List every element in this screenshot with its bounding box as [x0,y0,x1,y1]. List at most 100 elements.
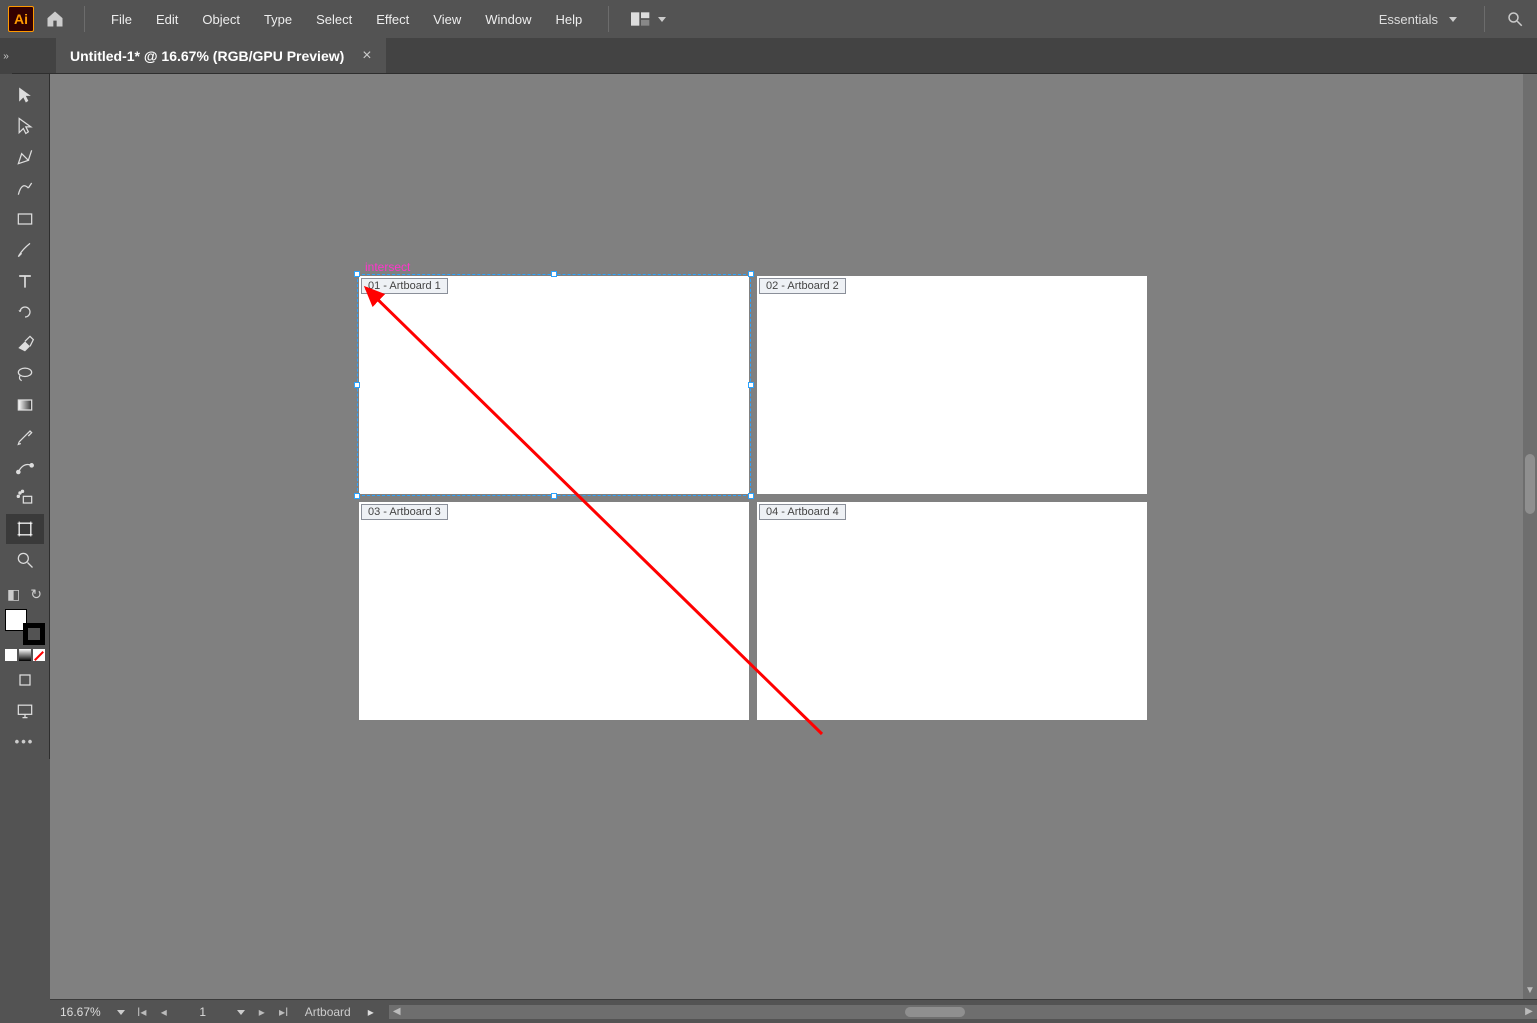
artboard-label: 03 - Artboard 3 [361,504,448,520]
eyedropper-tool[interactable] [6,421,44,451]
curvature-tool[interactable] [6,173,44,203]
collapse-dock-left[interactable]: » [0,38,12,74]
smart-guide-label: intersect [365,260,410,274]
close-icon[interactable]: × [362,47,371,65]
menu-select[interactable]: Select [304,6,364,33]
menu-file[interactable]: File [99,6,144,33]
type-icon [15,271,35,291]
artboard-resize-handle[interactable] [748,493,754,499]
zoom-tool[interactable] [6,545,44,575]
lasso-tool[interactable] [6,359,44,389]
collapse-dock-right[interactable] [1525,74,1537,110]
default-fill-stroke-icon[interactable]: ◧ [7,586,20,603]
chevron-down-icon [655,12,669,26]
workspace-label: Essentials [1379,12,1438,27]
symbol-sprayer-tool[interactable] [6,483,44,513]
artboard-resize-handle[interactable] [748,382,754,388]
home-icon [45,9,65,29]
eraser-tool[interactable] [6,328,44,358]
draw-normal-icon [15,670,35,690]
artboard-resize-handle[interactable] [354,271,360,277]
eyedropper-icon [15,426,35,446]
arrange-documents[interactable] [623,12,677,26]
chevron-down-icon [234,1005,248,1019]
menu-view[interactable]: View [421,6,473,33]
menu-type[interactable]: Type [252,6,304,33]
menu-window[interactable]: Window [473,6,543,33]
chevron-down-icon [1446,12,1460,26]
vertical-scrollbar[interactable]: ▲ ▼ [1523,74,1537,999]
next-artboard-button[interactable]: ▸ [251,1002,273,1022]
artboard[interactable]: 02 - Artboard 2 [757,276,1147,494]
separator [608,6,609,32]
app-logo-text: Ai [14,11,28,27]
vertical-scroll-thumb[interactable] [1525,454,1535,514]
scroll-right-icon[interactable]: ▶ [1523,1006,1535,1017]
artboard-number[interactable]: 1 [175,1005,231,1019]
screen-mode-icon [15,701,35,721]
selection-tool[interactable] [6,80,44,110]
rectangle-icon [15,209,35,229]
zoom-dropdown[interactable] [111,1005,131,1019]
status-mode-dropdown[interactable]: ▸ [361,1005,381,1019]
canvas-area[interactable]: 01 - Artboard 1intersect02 - Artboard 20… [50,74,1537,999]
first-artboard-button[interactable]: I◂ [131,1002,153,1022]
artboard-resize-handle[interactable] [748,271,754,277]
artboard-resize-handle[interactable] [551,271,557,277]
gradient-tool[interactable] [6,390,44,420]
color-mode-gradient[interactable] [19,649,31,661]
artboard-tool[interactable] [6,514,44,544]
menu-edit[interactable]: Edit [144,6,190,33]
color-mode-row [0,649,49,661]
artboard-resize-handle[interactable] [354,493,360,499]
paintbrush-tool[interactable] [6,235,44,265]
artboard[interactable]: 04 - Artboard 4 [757,502,1147,720]
horizontal-scrollbar[interactable]: ◀ ▶ [389,1005,1537,1019]
rotate-icon [15,302,35,322]
artboard-resize-handle[interactable] [551,493,557,499]
pen-tool[interactable] [6,142,44,172]
workspace-switcher[interactable]: Essentials [1371,12,1468,27]
swap-fill-stroke-icon[interactable]: ↻ [30,586,42,603]
curvature-icon [15,178,35,198]
brush-icon [15,240,35,260]
home-button[interactable] [40,4,70,34]
type-tool[interactable] [6,266,44,296]
status-bar: 16.67% I◂ ◂ 1 ▸ ▸I Artboard ▸ ◀ ▶ [50,999,1537,1023]
zoom-level[interactable]: 16.67% [50,1005,111,1019]
fill-stroke-control[interactable] [5,609,45,645]
stroke-swatch[interactable] [23,623,45,645]
color-mode-solid[interactable] [5,649,17,661]
direct-selection-tool[interactable] [6,111,44,141]
menu-help[interactable]: Help [543,6,594,33]
horizontal-scroll-thumb[interactable] [905,1007,965,1017]
separator [84,6,85,32]
scroll-down-icon[interactable]: ▼ [1525,985,1535,997]
artboard[interactable]: 01 - Artboard 1 [359,276,749,494]
edit-toolbar[interactable]: ••• [0,734,49,749]
symbol-sprayer-icon [15,488,35,508]
blend-tool[interactable] [6,452,44,482]
scroll-left-icon[interactable]: ◀ [391,1006,403,1017]
artboard-dropdown[interactable] [231,1005,251,1019]
menu-object[interactable]: Object [190,6,252,33]
gradient-icon [15,395,35,415]
color-mode-none[interactable] [33,649,45,661]
menu-effect[interactable]: Effect [364,6,421,33]
arrange-documents-icon [631,12,651,26]
artboard[interactable]: 03 - Artboard 3 [359,502,749,720]
document-tab[interactable]: Untitled-1* @ 16.67% (RGB/GPU Preview) × [56,38,386,73]
app-logo: Ai [8,6,34,32]
separator [1484,6,1485,32]
prev-artboard-button[interactable]: ◂ [153,1002,175,1022]
rectangle-tool[interactable] [6,204,44,234]
artboard-resize-handle[interactable] [354,382,360,388]
rotate-tool[interactable] [6,297,44,327]
draw-mode-normal[interactable] [6,665,44,695]
artboard-label: 01 - Artboard 1 [361,278,448,294]
lasso-icon [15,364,35,384]
search-button[interactable] [1501,5,1529,33]
screen-mode[interactable] [6,696,44,726]
last-artboard-button[interactable]: ▸I [273,1002,295,1022]
status-mode-label: Artboard [295,1005,361,1019]
